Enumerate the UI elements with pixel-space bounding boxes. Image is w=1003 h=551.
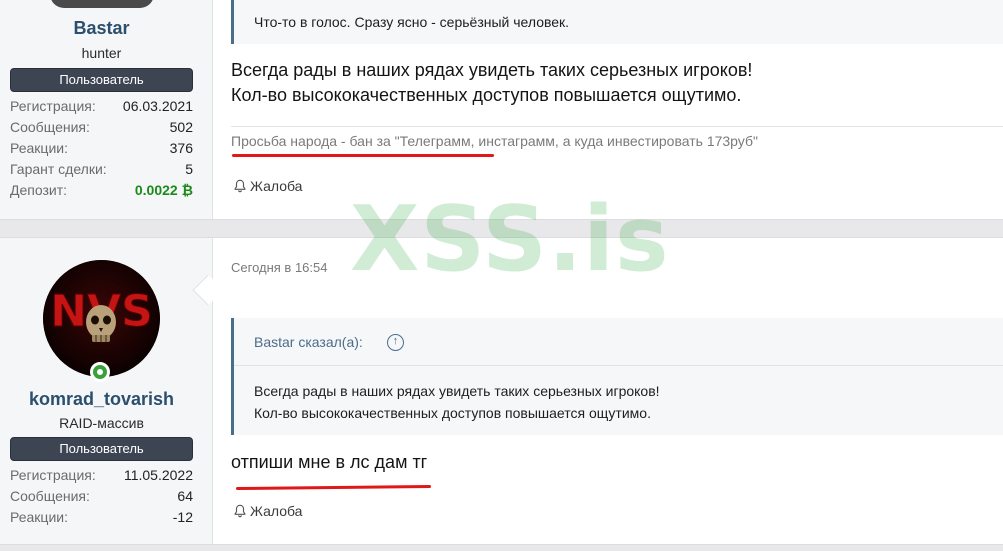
message-line: Всегда рады в наших рядах увидеть таких … xyxy=(231,60,753,80)
report-button[interactable]: Жалоба xyxy=(233,178,302,194)
stat-value: 11.05.2022 xyxy=(123,467,193,483)
report-button[interactable]: Жалоба xyxy=(233,503,302,519)
post-timestamp[interactable]: Сегодня в 16:54 xyxy=(231,260,327,275)
user-title: hunter xyxy=(81,45,122,61)
user-info-panel: NVS komrad_tovarish RAID-массив Пользова… xyxy=(0,238,213,544)
user-role-badge: Пользователь xyxy=(10,68,193,92)
stat-registration: Регистрация: 11.05.2022 xyxy=(10,465,193,486)
red-underline xyxy=(232,154,494,157)
avatar[interactable]: NVS xyxy=(43,260,160,377)
username[interactable]: komrad_tovarish xyxy=(0,389,203,410)
stat-value: 5 xyxy=(185,161,193,177)
stat-label: Гарант сделки: xyxy=(10,161,107,177)
quote-text-line: Всегда рады в наших рядах увидеть таких … xyxy=(254,383,660,399)
stat-value: 0.0022 ₿ xyxy=(134,182,193,198)
user-role-badge: Пользователь xyxy=(10,437,193,461)
red-underline xyxy=(235,484,432,491)
quote-block: Bastar сказал(а): ↑ Всегда рады в наших … xyxy=(231,318,1003,435)
stat-value: -12 xyxy=(172,509,193,525)
stat-guarantee: Гарант сделки: 5 xyxy=(10,159,193,180)
stat-label: Депозит: xyxy=(10,182,68,198)
quote-header: Bastar сказал(а): ↑ xyxy=(234,318,1003,366)
stat-deposit: Депозит: 0.0022 ₿ xyxy=(10,180,193,201)
stat-messages: Сообщения: 502 xyxy=(10,117,193,138)
post-komrad-tovarish: NVS komrad_tovarish RAID-массив Пользова… xyxy=(0,237,1003,545)
signature-divider xyxy=(231,126,1003,127)
stat-reactions: Реакции: -12 xyxy=(10,507,193,528)
username[interactable]: Bastar xyxy=(0,18,203,39)
message-line: Кол-во высококачественных доступов повыш… xyxy=(231,85,742,105)
quote-block: Что-то в голос. Сразу ясно - серьёзный ч… xyxy=(231,0,1003,44)
report-label: Жалоба xyxy=(250,178,303,194)
stat-value: 376 xyxy=(169,140,193,156)
quote-text: Что-то в голос. Сразу ясно - серьёзный ч… xyxy=(254,14,570,30)
stat-value[interactable]: 64 xyxy=(177,486,193,507)
stat-label: Регистрация: xyxy=(10,98,96,114)
bell-icon xyxy=(234,179,246,193)
bell-icon xyxy=(234,504,246,518)
quote-author-link[interactable]: Bastar сказал(а): xyxy=(254,334,363,350)
signature: Просьба народа - бан за "Телеграмм, инст… xyxy=(231,133,758,149)
avatar[interactable] xyxy=(50,0,154,8)
arrow-up-circle-icon[interactable]: ↑ xyxy=(387,334,404,351)
online-status-icon xyxy=(90,362,110,382)
stat-registration: Регистрация: 06.03.2021 xyxy=(10,96,193,117)
stat-label: Сообщения: xyxy=(10,488,90,504)
user-info-panel: Bastar hunter Пользователь Регистрация: … xyxy=(0,0,213,219)
stat-label: Реакции: xyxy=(10,140,68,156)
report-label: Жалоба xyxy=(250,503,303,519)
stat-reactions: Реакции: 376 xyxy=(10,138,193,159)
stat-label: Реакции: xyxy=(10,509,68,525)
stat-label: Сообщения: xyxy=(10,119,90,135)
message-text: отпиши мне в лс дам тг xyxy=(231,452,428,472)
quote-text-line: Кол-во высококачественных доступов повыш… xyxy=(254,405,651,421)
stat-value[interactable]: 502 xyxy=(170,117,193,138)
stat-value: 06.03.2021 xyxy=(122,98,193,114)
forum-thread: Bastar hunter Пользователь Регистрация: … xyxy=(0,0,1003,551)
stat-label: Регистрация: xyxy=(10,467,96,483)
skull-logo-icon: NVS xyxy=(43,260,160,377)
user-title: RAID-массив xyxy=(59,415,144,431)
stat-messages: Сообщения: 64 xyxy=(10,486,193,507)
post-bastar: Bastar hunter Пользователь Регистрация: … xyxy=(0,0,1003,220)
